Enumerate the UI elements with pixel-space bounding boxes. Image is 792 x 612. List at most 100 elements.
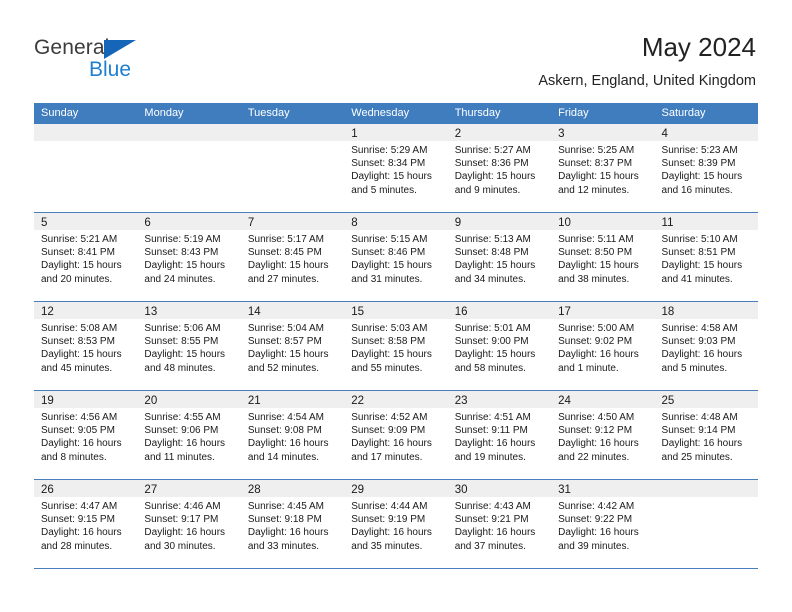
- day-number-band: 27: [137, 480, 241, 497]
- day-cell[interactable]: 9 Sunrise: 5:13 AM Sunset: 8:48 PM Dayli…: [447, 213, 552, 301]
- daylight-text: Daylight: 15 hours and 45 minutes.: [41, 349, 122, 374]
- day-cell[interactable]: 6 Sunrise: 5:19 AM Sunset: 8:43 PM Dayli…: [137, 213, 241, 301]
- daylight-text: Daylight: 16 hours and 37 minutes.: [454, 527, 536, 552]
- daylight-text: Daylight: 15 hours and 9 minutes.: [454, 171, 536, 196]
- day-cell[interactable]: 4 Sunrise: 5:23 AM Sunset: 8:39 PM Dayli…: [654, 124, 758, 212]
- logo-text-general: General: [34, 36, 110, 59]
- day-cell[interactable]: [240, 124, 345, 212]
- day-cell[interactable]: 30 Sunrise: 4:43 AM Sunset: 9:21 PM Dayl…: [447, 480, 552, 568]
- day-cell[interactable]: [654, 480, 758, 568]
- day-cell[interactable]: 26 Sunrise: 4:47 AM Sunset: 9:15 PM Dayl…: [34, 480, 138, 568]
- day-number-band: 6: [137, 213, 241, 230]
- sunset-text: Sunset: 9:19 PM: [351, 514, 426, 526]
- sunrise-text: Sunrise: 5:15 AM: [351, 234, 428, 245]
- day-cell[interactable]: 16 Sunrise: 5:01 AM Sunset: 9:00 PM Dayl…: [447, 302, 552, 390]
- sunset-text: Sunset: 9:22 PM: [558, 514, 633, 526]
- calendar-week-row: 12 Sunrise: 5:08 AM Sunset: 8:53 PM Dayl…: [34, 302, 758, 391]
- day-number-band: [34, 124, 138, 141]
- day-cell[interactable]: 11 Sunrise: 5:10 AM Sunset: 8:51 PM Dayl…: [654, 213, 758, 301]
- day-cell[interactable]: 18 Sunrise: 4:58 AM Sunset: 9:03 PM Dayl…: [654, 302, 758, 390]
- day-cell[interactable]: 2 Sunrise: 5:27 AM Sunset: 8:36 PM Dayli…: [447, 124, 552, 212]
- day-number-band: 31: [551, 480, 655, 497]
- day-number: 6: [144, 217, 151, 229]
- day-cell[interactable]: 12 Sunrise: 5:08 AM Sunset: 8:53 PM Dayl…: [34, 302, 138, 390]
- day-cell[interactable]: 24 Sunrise: 4:50 AM Sunset: 9:12 PM Dayl…: [551, 391, 655, 479]
- sunrise-text: Sunrise: 4:47 AM: [41, 501, 118, 512]
- day-number-band: 24: [551, 391, 655, 408]
- day-number: 30: [454, 484, 468, 496]
- weekday-header-thursday: Thursday: [454, 107, 501, 119]
- day-cell[interactable]: 23 Sunrise: 4:51 AM Sunset: 9:11 PM Dayl…: [447, 391, 552, 479]
- day-details: Sunrise: 5:15 AM Sunset: 8:46 PM Dayligh…: [344, 230, 447, 286]
- sunrise-text: Sunrise: 5:27 AM: [454, 145, 531, 156]
- daylight-text: Daylight: 16 hours and 8 minutes.: [41, 438, 122, 463]
- calendar-week-row: 1 Sunrise: 5:29 AM Sunset: 8:34 PM Dayli…: [34, 124, 758, 213]
- day-details: Sunrise: 5:23 AM Sunset: 8:39 PM Dayligh…: [655, 141, 758, 197]
- day-cell[interactable]: 25 Sunrise: 4:48 AM Sunset: 9:14 PM Dayl…: [654, 391, 758, 479]
- day-cell[interactable]: 17 Sunrise: 5:00 AM Sunset: 9:02 PM Dayl…: [551, 302, 655, 390]
- day-cell[interactable]: 7 Sunrise: 5:17 AM Sunset: 8:45 PM Dayli…: [240, 213, 345, 301]
- sunset-text: Sunset: 8:48 PM: [454, 247, 529, 259]
- day-number-band: 14: [240, 302, 345, 319]
- day-number-band: 22: [344, 391, 448, 408]
- daylight-text: Daylight: 16 hours and 25 minutes.: [661, 438, 743, 463]
- sunset-text: Sunset: 9:15 PM: [41, 514, 115, 526]
- day-number: 8: [351, 217, 358, 229]
- day-cell[interactable]: 28 Sunrise: 4:45 AM Sunset: 9:18 PM Dayl…: [240, 480, 345, 568]
- weekday-header-tuesday: Tuesday: [247, 107, 290, 119]
- weekday-header-saturday: Saturday: [661, 107, 706, 119]
- day-details: Sunrise: 4:48 AM Sunset: 9:14 PM Dayligh…: [655, 408, 758, 464]
- day-cell[interactable]: 21 Sunrise: 4:54 AM Sunset: 9:08 PM Dayl…: [240, 391, 345, 479]
- day-cell[interactable]: 15 Sunrise: 5:03 AM Sunset: 8:58 PM Dayl…: [344, 302, 448, 390]
- day-cell[interactable]: 8 Sunrise: 5:15 AM Sunset: 8:46 PM Dayli…: [344, 213, 448, 301]
- sunset-text: Sunset: 9:12 PM: [558, 425, 633, 437]
- day-cell[interactable]: 29 Sunrise: 4:44 AM Sunset: 9:19 PM Dayl…: [344, 480, 448, 568]
- day-cell[interactable]: [137, 124, 241, 212]
- day-number: 25: [661, 395, 675, 407]
- day-number-band: [137, 124, 241, 141]
- day-cell[interactable]: 1 Sunrise: 5:29 AM Sunset: 8:34 PM Dayli…: [344, 124, 448, 212]
- sunrise-text: Sunrise: 4:52 AM: [351, 412, 428, 423]
- day-details: Sunrise: 4:55 AM Sunset: 9:06 PM Dayligh…: [137, 408, 240, 464]
- day-cell[interactable]: 3 Sunrise: 5:25 AM Sunset: 8:37 PM Dayli…: [551, 124, 655, 212]
- day-details: Sunrise: 5:01 AM Sunset: 9:00 PM Dayligh…: [448, 319, 551, 375]
- title-block: May 2024 Askern, England, United Kingdom: [538, 32, 756, 90]
- sunset-text: Sunset: 8:50 PM: [558, 247, 633, 259]
- day-cell[interactable]: 20 Sunrise: 4:55 AM Sunset: 9:06 PM Dayl…: [137, 391, 241, 479]
- day-cell[interactable]: 5 Sunrise: 5:21 AM Sunset: 8:41 PM Dayli…: [34, 213, 138, 301]
- sunrise-text: Sunrise: 4:51 AM: [454, 412, 531, 423]
- day-number: 1: [351, 128, 358, 140]
- day-cell[interactable]: 13 Sunrise: 5:06 AM Sunset: 8:55 PM Dayl…: [137, 302, 241, 390]
- calendar-week-row: 26 Sunrise: 4:47 AM Sunset: 9:15 PM Dayl…: [34, 480, 758, 569]
- day-number-band: 30: [447, 480, 552, 497]
- day-cell[interactable]: 31 Sunrise: 4:42 AM Sunset: 9:22 PM Dayl…: [551, 480, 655, 568]
- sunrise-text: Sunrise: 5:17 AM: [247, 234, 324, 245]
- sunset-text: Sunset: 9:08 PM: [247, 425, 322, 437]
- day-cell[interactable]: 27 Sunrise: 4:46 AM Sunset: 9:17 PM Dayl…: [137, 480, 241, 568]
- sunrise-text: Sunrise: 4:54 AM: [247, 412, 324, 423]
- day-cell[interactable]: 19 Sunrise: 4:56 AM Sunset: 9:05 PM Dayl…: [34, 391, 138, 479]
- daylight-text: Daylight: 16 hours and 19 minutes.: [454, 438, 536, 463]
- day-cell[interactable]: 14 Sunrise: 5:04 AM Sunset: 8:57 PM Dayl…: [240, 302, 345, 390]
- sunrise-text: Sunrise: 4:48 AM: [661, 412, 738, 423]
- day-number: 11: [661, 217, 674, 229]
- sunrise-text: Sunrise: 4:46 AM: [144, 501, 221, 512]
- day-details: Sunrise: 4:56 AM Sunset: 9:05 PM Dayligh…: [34, 408, 137, 464]
- day-details: Sunrise: 5:19 AM Sunset: 8:43 PM Dayligh…: [137, 230, 240, 286]
- day-cell[interactable]: 22 Sunrise: 4:52 AM Sunset: 9:09 PM Dayl…: [344, 391, 448, 479]
- sunset-text: Sunset: 8:41 PM: [41, 247, 115, 259]
- sunset-text: Sunset: 8:51 PM: [661, 247, 736, 259]
- day-number-band: 4: [654, 124, 758, 141]
- day-cell[interactable]: [34, 124, 138, 212]
- sunset-text: Sunset: 8:45 PM: [247, 247, 322, 259]
- day-details: Sunrise: 5:04 AM Sunset: 8:57 PM Dayligh…: [241, 319, 344, 375]
- day-cell[interactable]: 10 Sunrise: 5:11 AM Sunset: 8:50 PM Dayl…: [551, 213, 655, 301]
- day-number-band: 28: [240, 480, 345, 497]
- day-number-band: 23: [447, 391, 552, 408]
- day-number-band: 1: [344, 124, 448, 141]
- weekday-header-row: Sunday Monday Tuesday Wednesday Thursday…: [34, 103, 758, 124]
- daylight-text: Daylight: 15 hours and 38 minutes.: [558, 260, 639, 285]
- sunrise-text: Sunrise: 5:08 AM: [41, 323, 118, 334]
- day-number: 13: [144, 306, 158, 318]
- day-number: 9: [454, 217, 462, 229]
